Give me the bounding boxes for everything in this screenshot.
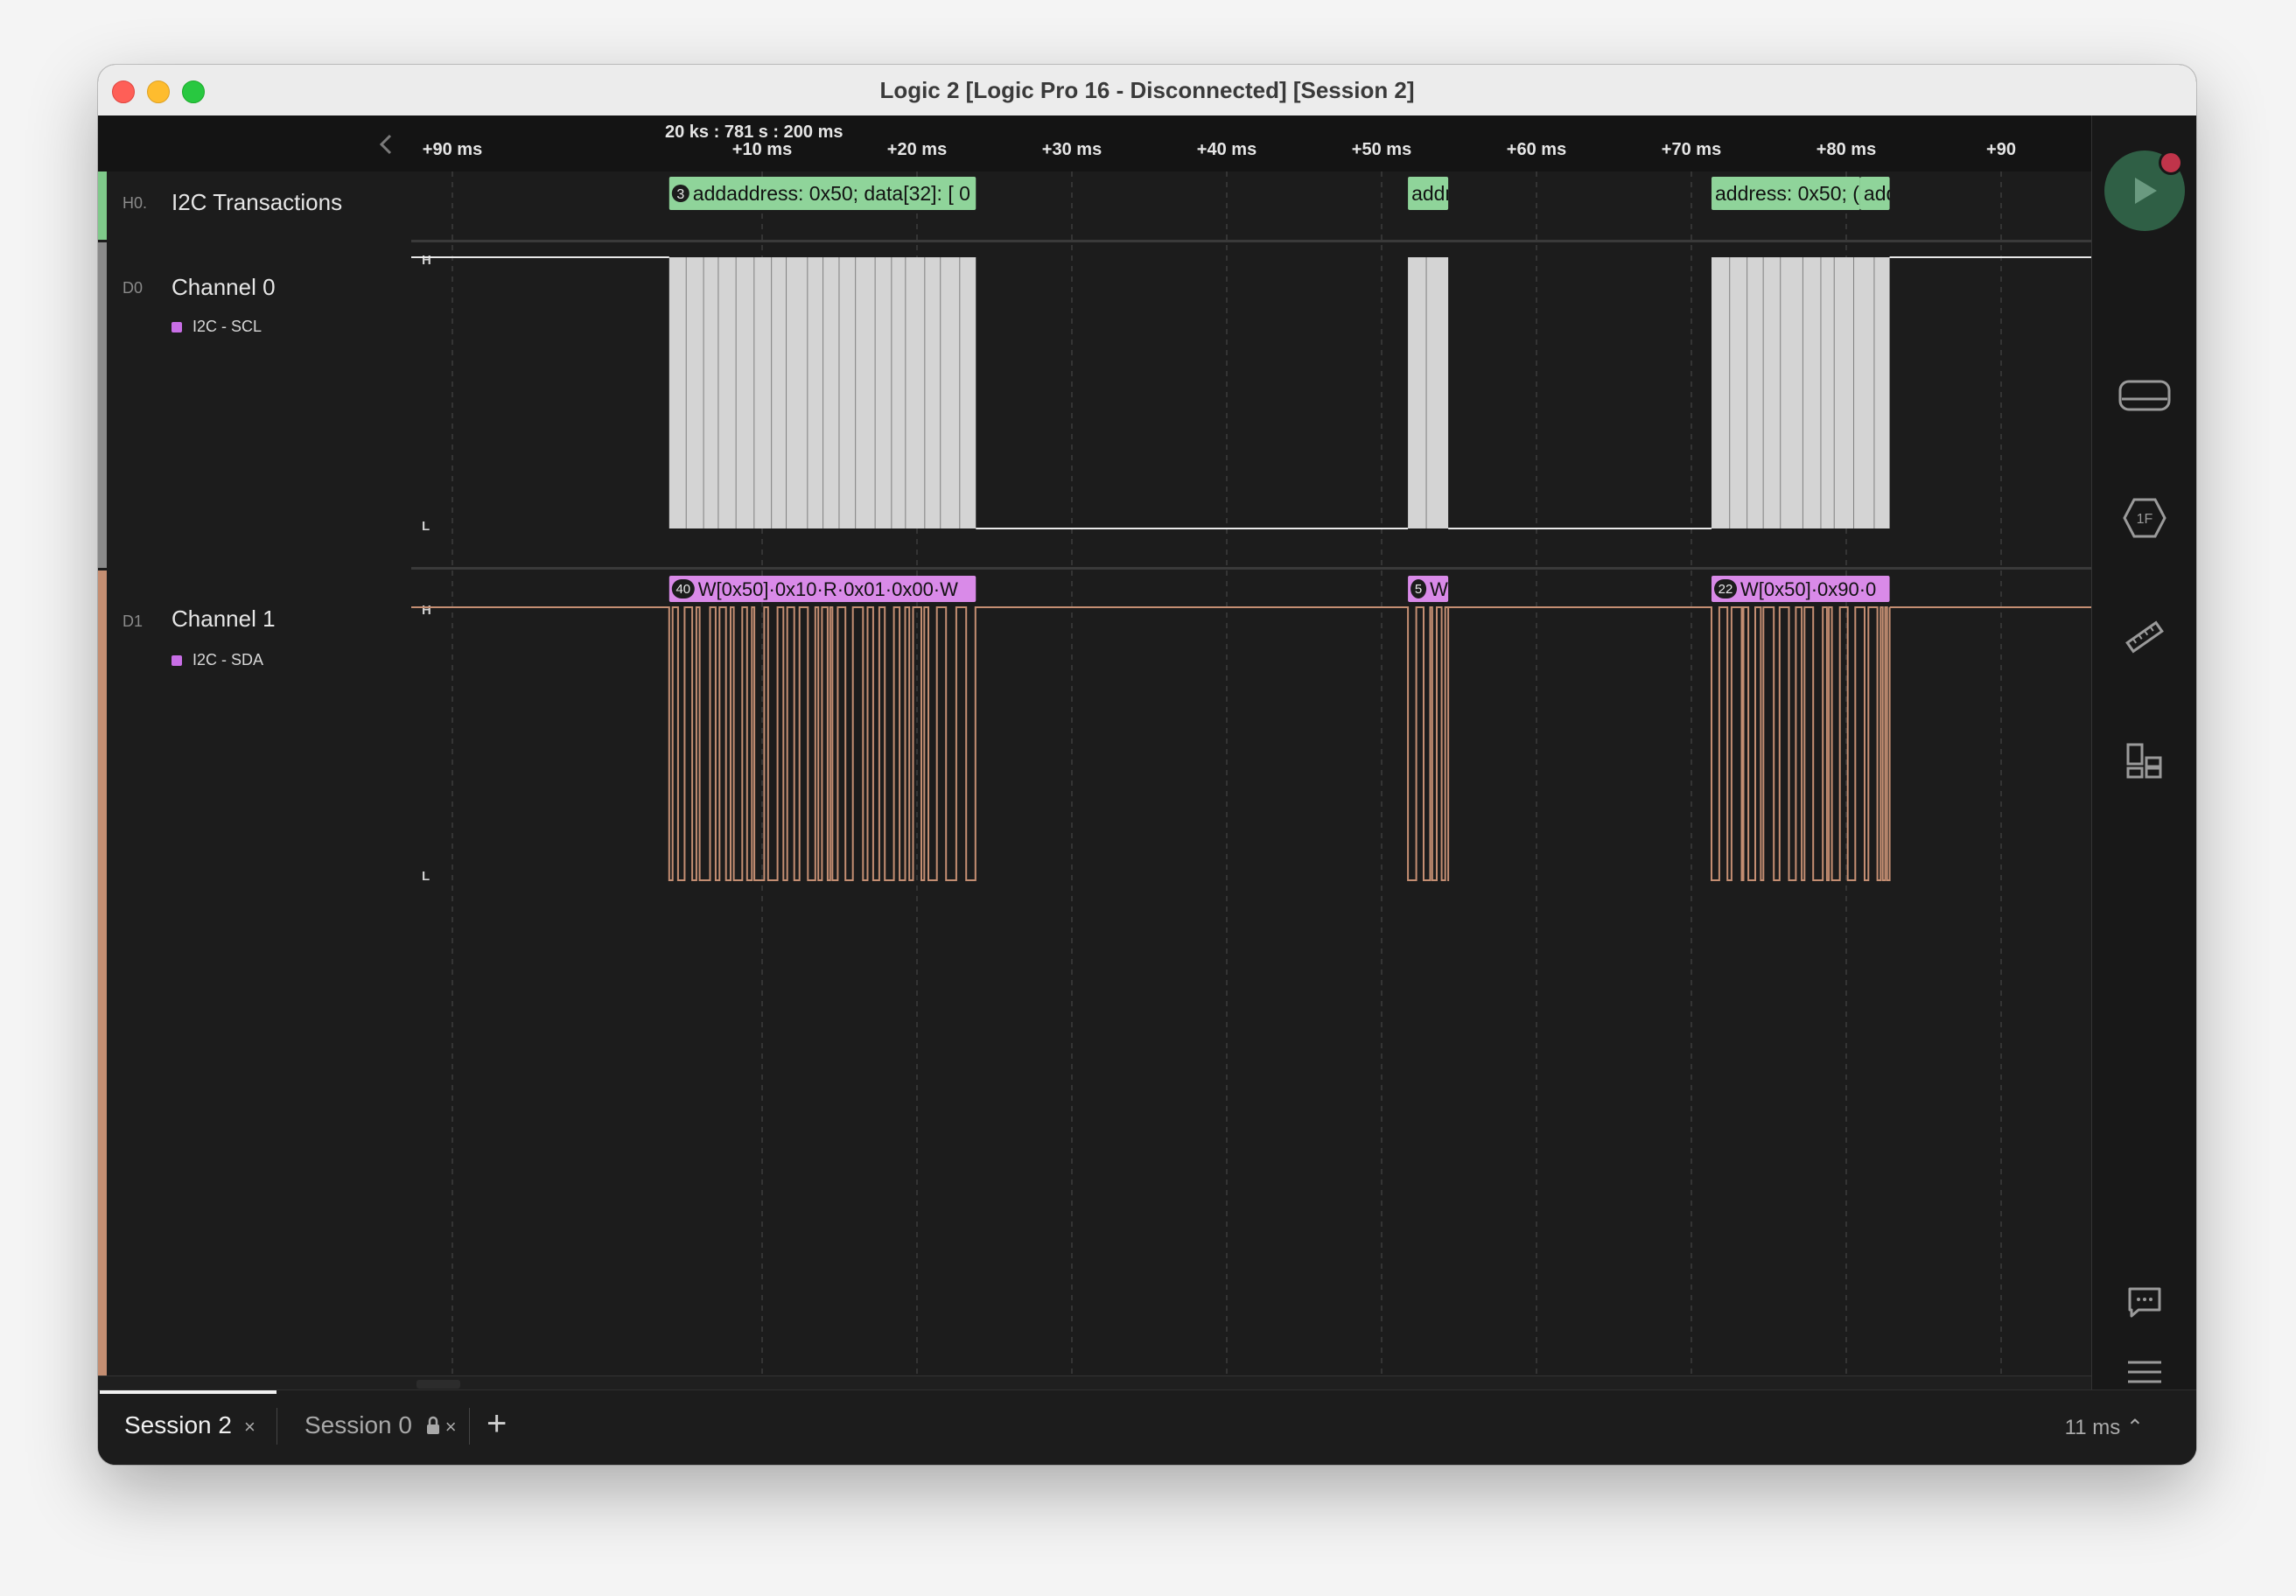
ruler-tick-label: +40 ms: [1196, 140, 1257, 159]
transaction-content: addr: [1411, 182, 1452, 205]
row-separator: [411, 240, 2091, 242]
scl-clock-burst: [1712, 257, 1890, 528]
transaction-label: addr: [1411, 182, 1452, 205]
lock-icon: [419, 1411, 440, 1438]
channel-labels-panel: H0. I2C Transactions D0 Channel 0 I2C - …: [98, 172, 412, 1442]
analyzer-color-stripe: [98, 172, 107, 240]
scl-clock-burst: [1408, 257, 1449, 528]
analyzer-id: H0.: [122, 194, 148, 212]
chevron-left-icon[interactable]: [378, 133, 394, 161]
scl-clock-burst: [668, 257, 976, 528]
extensions-icon[interactable]: [2118, 735, 2171, 788]
tab-session-2[interactable]: Session 2 ×: [124, 1411, 256, 1439]
tab-label: Session 0: [304, 1411, 412, 1438]
ruler-tick-label: +60 ms: [1506, 140, 1567, 159]
transaction-label: addaddress: 0x50; data[32]: [ 0: [693, 182, 970, 205]
channel-0-analyzer-label: I2C - SCL: [192, 318, 262, 335]
right-toolbar: 1F: [2091, 116, 2196, 1465]
channel-1-high-label: H: [422, 603, 431, 618]
ruler-tick-label: +70 ms: [1661, 140, 1722, 159]
sda-decode-content: 5W: [1410, 578, 1448, 600]
sda-trace: [411, 606, 2091, 881]
transaction-content: add: [1864, 182, 1897, 205]
ruler-tick-label: +20 ms: [886, 140, 948, 159]
ruler-left-area: [98, 116, 411, 172]
transaction-content: address: 0x50; (: [1715, 182, 1859, 205]
ruler-tick-label: +90 ms: [422, 140, 483, 159]
close-icon[interactable]: ×: [244, 1416, 256, 1438]
waveform-canvas[interactable]: H L H L 3 addaddress: 0x50; data[32]: [ 0 addr…: [411, 172, 2091, 1376]
analyzer-name: I2C Transactions: [172, 189, 343, 215]
row-separator: [411, 567, 2091, 570]
channel-1-name: Channel 1: [172, 606, 276, 632]
channel-0-label[interactable]: D0 Channel 0 I2C - SCL: [98, 242, 411, 568]
title-bar: Logic 2 [Logic Pro 16 - Disconnected] [S…: [98, 65, 2196, 116]
analyzer-row-label[interactable]: H0. I2C Transactions: [98, 172, 411, 240]
tab-divider: [276, 1408, 277, 1445]
channel-0-name: Channel 0: [172, 274, 276, 300]
chevron-up-icon: ⌃: [2125, 1416, 2144, 1439]
analyzer-color-swatch: [172, 322, 182, 332]
channel-0-color-stripe: [98, 242, 107, 568]
zoom-value: 11 ms: [2064, 1416, 2121, 1439]
device-icon[interactable]: [2118, 369, 2171, 422]
time-ruler[interactable]: 20 ks : 781 s : 200 ms +90 ms +10 ms +20 m…: [411, 116, 2091, 172]
channel-1-low-label: L: [422, 869, 430, 884]
zoom-level[interactable]: 11 ms ⌃: [2065, 1415, 2144, 1440]
ruler-tick-label: +50 ms: [1351, 140, 1412, 159]
channel-1-color-stripe: [98, 570, 107, 1442]
channel-1-id: D1: [122, 612, 144, 630]
channel-0-low-label: L: [422, 519, 430, 534]
chat-icon[interactable]: [2118, 1276, 2171, 1328]
sda-count: 22: [1718, 582, 1733, 597]
ruler-tick-label: +80 ms: [1816, 140, 1877, 159]
analyzers-hex-icon[interactable]: 1F: [2118, 492, 2171, 544]
transaction-content: 3 addaddress: 0x50; data[32]: [ 0: [671, 182, 970, 205]
sda-decode-label: W[0x50]·0x90·0: [1740, 578, 1876, 600]
tab-session-0[interactable]: Session 0 ×: [304, 1411, 457, 1439]
transaction-label: add: [1864, 182, 1897, 205]
add-tab-button[interactable]: +: [486, 1404, 507, 1444]
sda-count: 5: [1415, 582, 1422, 597]
sda-decode-content: 40 W[0x50]·0x10·R·0x01·0x00·W: [671, 578, 958, 600]
ruler-icon[interactable]: [2118, 611, 2171, 663]
scrollbar-thumb[interactable]: [416, 1380, 460, 1389]
ruler-tick-label: +30 ms: [1041, 140, 1102, 159]
svg-text:1F: 1F: [2137, 512, 2153, 527]
channel-1-label[interactable]: D1 Channel 1 I2C - SDA: [98, 570, 411, 1442]
record-indicator-icon: [2159, 150, 2183, 175]
sda-count: 40: [676, 582, 690, 597]
channel-0-id: D0: [122, 279, 144, 297]
transaction-label: address: 0x50; (: [1715, 182, 1859, 205]
close-icon[interactable]: ×: [445, 1416, 457, 1438]
active-tab-indicator: [100, 1390, 276, 1394]
window-title: Logic 2 [Logic Pro 16 - Disconnected] [S…: [879, 77, 1415, 103]
ruler-tick-label: +90: [1986, 140, 2016, 159]
horizontal-scrollbar[interactable]: [98, 1376, 2091, 1390]
session-tabs-bar: Session 2 × Session 0 × + 11 ms ⌃: [98, 1390, 2196, 1465]
ruler-tick-label: +10 ms: [732, 140, 793, 159]
transaction-count: 3: [676, 187, 684, 202]
channel-1-analyzer-label: I2C - SDA: [192, 651, 264, 668]
tab-divider: [469, 1408, 470, 1445]
waveform-area[interactable]: H L H L 3 addaddress: 0x50; data[32]: [ 0 addr…: [411, 172, 2091, 1442]
channel-0-high-label: H: [422, 253, 431, 268]
app-window: Logic 2 [Logic Pro 16 - Disconnected] [S…: [98, 65, 2196, 1465]
tab-label: Session 2: [124, 1411, 232, 1438]
analyzer-color-swatch: [172, 655, 182, 666]
sda-decode-label: W[0x50]·0x10·R·0x01·0x00·W: [698, 578, 958, 600]
sda-decode-label: W: [1430, 578, 1448, 600]
